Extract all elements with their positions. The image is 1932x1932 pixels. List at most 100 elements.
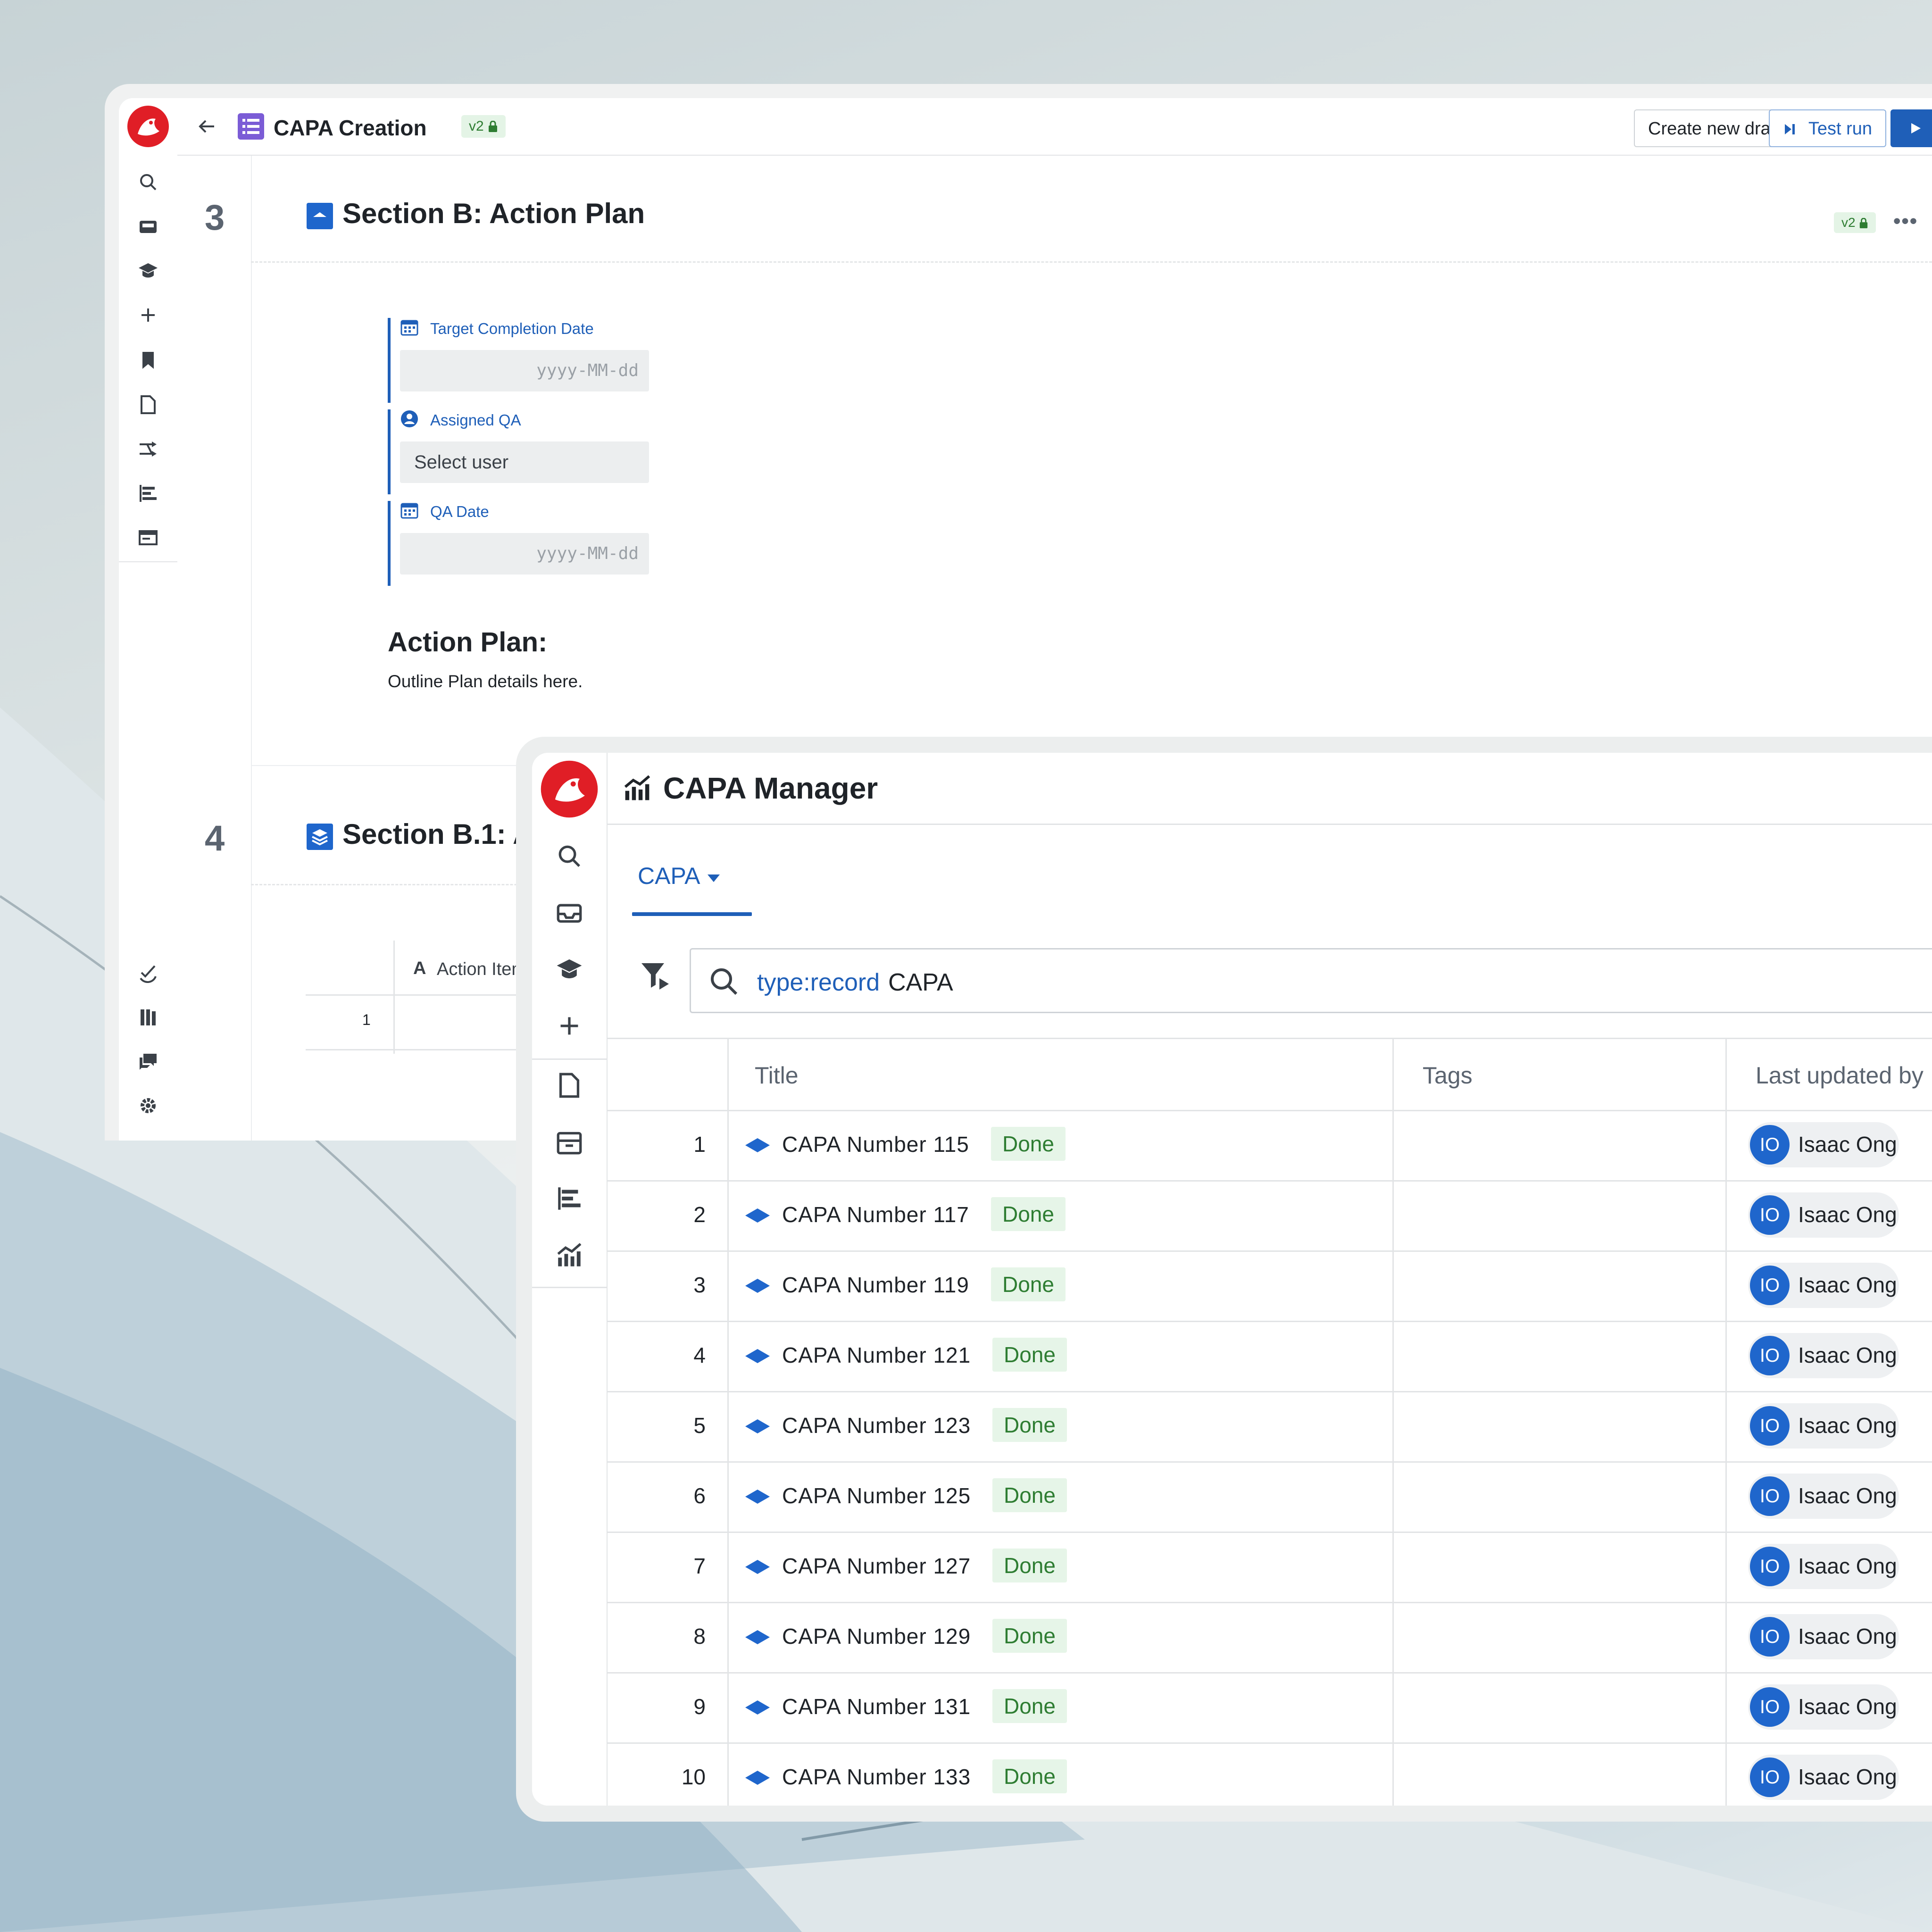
- learning-icon[interactable]: [556, 956, 583, 983]
- user-name: Isaac Ong: [1798, 1624, 1897, 1649]
- field-marker: [388, 409, 391, 494]
- record-type-icon: [745, 1630, 770, 1644]
- record-type-icon: [745, 1138, 770, 1152]
- status-badge: Done: [992, 1759, 1067, 1793]
- table-row[interactable]: 10 CAPA Number 133 Done IO Isaac Ong: [607, 1742, 1932, 1806]
- row-number: 3: [693, 1273, 706, 1297]
- search-input[interactable]: type:record CAPA: [690, 948, 1932, 1013]
- table-row[interactable]: 6 CAPA Number 125 Done IO Isaac Ong: [607, 1461, 1932, 1533]
- qa-date-input[interactable]: yyyy-MM-dd: [400, 533, 649, 575]
- plus-icon[interactable]: [138, 305, 158, 325]
- field-marker: [388, 501, 391, 586]
- chat-icon[interactable]: [138, 1051, 158, 1072]
- document-icon[interactable]: [556, 1072, 583, 1099]
- field-label: Assigned QA: [430, 411, 521, 429]
- status-badge: Done: [992, 1689, 1067, 1723]
- bookmark-icon[interactable]: [138, 350, 158, 371]
- action-plan-text: Outline Plan details here.: [388, 672, 583, 691]
- task-check-icon[interactable]: [138, 962, 158, 983]
- record-title[interactable]: CAPA Number 117: [782, 1202, 969, 1227]
- table-row[interactable]: 2 CAPA Number 117 Done IO Isaac Ong: [607, 1180, 1932, 1252]
- app-logo-icon[interactable]: [540, 759, 599, 819]
- publish-button[interactable]: [1890, 109, 1932, 147]
- analytics-icon[interactable]: [556, 1241, 583, 1269]
- section-number: 3: [205, 198, 225, 238]
- tab-underline: [632, 912, 752, 916]
- test-run-button[interactable]: Test run: [1769, 109, 1887, 147]
- field-marker: [388, 318, 391, 403]
- avatar: IO: [1750, 1406, 1790, 1446]
- report-icon[interactable]: [556, 1185, 583, 1212]
- record-title[interactable]: CAPA Number 133: [782, 1764, 971, 1790]
- column-header[interactable]: Action Item: [437, 959, 526, 980]
- user-name: Isaac Ong: [1798, 1343, 1897, 1367]
- record-type-icon: [745, 1349, 770, 1363]
- search-term: CAPA: [888, 969, 953, 996]
- avatar: IO: [1750, 1757, 1790, 1797]
- table-row[interactable]: 7 CAPA Number 127 Done IO Isaac Ong: [607, 1532, 1932, 1603]
- lock-icon: [489, 120, 498, 132]
- record-title[interactable]: CAPA Number 125: [782, 1483, 971, 1508]
- report-icon[interactable]: [138, 483, 158, 504]
- record-title[interactable]: CAPA Number 121: [782, 1342, 971, 1368]
- record-type-icon: [745, 1560, 770, 1574]
- table-row[interactable]: 9 CAPA Number 131 Done IO Isaac Ong: [607, 1672, 1932, 1744]
- target-completion-date-input[interactable]: yyyy-MM-dd: [400, 350, 649, 391]
- status-badge: Done: [991, 1267, 1066, 1301]
- record-title[interactable]: CAPA Number 123: [782, 1413, 971, 1438]
- more-options-icon[interactable]: •••: [1893, 209, 1918, 233]
- record-title[interactable]: CAPA Number 129: [782, 1624, 971, 1649]
- filter-icon[interactable]: [639, 959, 672, 992]
- inbox-icon[interactable]: [556, 899, 583, 926]
- library-icon[interactable]: [138, 1007, 158, 1027]
- lock-icon: [1860, 217, 1868, 228]
- learning-icon[interactable]: [138, 260, 158, 281]
- search-icon[interactable]: [138, 172, 158, 192]
- table-divider: [393, 941, 395, 1054]
- section-gutter: 3 4: [177, 156, 252, 1141]
- plus-icon[interactable]: [556, 1012, 583, 1040]
- workflow-icon[interactable]: [138, 439, 158, 459]
- search-keyword: type:record: [757, 969, 880, 996]
- archive-icon[interactable]: [556, 1128, 583, 1156]
- field-label: QA Date: [430, 503, 489, 520]
- inbox-icon[interactable]: [138, 216, 158, 237]
- table-header: Title Tags Last updated by: [607, 1038, 1932, 1111]
- record-title[interactable]: CAPA Number 131: [782, 1694, 971, 1719]
- table-row[interactable]: 3 CAPA Number 119 Done IO Isaac Ong: [607, 1250, 1932, 1322]
- table-row[interactable]: 4 CAPA Number 121 Done IO Isaac Ong: [607, 1321, 1932, 1392]
- document-icon[interactable]: [138, 394, 158, 415]
- sidebar-separator: [532, 1287, 607, 1288]
- record-title[interactable]: CAPA Number 119: [782, 1272, 969, 1298]
- assigned-qa-select[interactable]: Select user: [400, 441, 649, 483]
- section-number: 4: [205, 818, 225, 858]
- column-tags[interactable]: Tags: [1423, 1062, 1473, 1089]
- sidebar: [532, 753, 608, 1806]
- row-number: 5: [693, 1413, 706, 1438]
- record-title[interactable]: CAPA Number 127: [782, 1553, 971, 1579]
- search-icon[interactable]: [556, 842, 583, 870]
- analytics-icon: [624, 775, 650, 800]
- avatar: IO: [1750, 1547, 1790, 1586]
- calendar-icon: [400, 320, 418, 336]
- back-arrow-icon[interactable]: [196, 116, 217, 137]
- form-icon[interactable]: [138, 527, 158, 548]
- chevron-down-icon[interactable]: [707, 874, 721, 883]
- column-last-updated-by[interactable]: Last updated by: [1756, 1062, 1924, 1089]
- table-row[interactable]: 8 CAPA Number 129 Done IO Isaac Ong: [607, 1602, 1932, 1674]
- column-title[interactable]: Title: [755, 1062, 799, 1089]
- section-divider: [251, 261, 1932, 263]
- test-run-label: Test run: [1808, 119, 1873, 139]
- avatar: IO: [1750, 1266, 1790, 1305]
- row-number: 1: [693, 1132, 706, 1157]
- user-name: Isaac Ong: [1798, 1554, 1897, 1578]
- table-row[interactable]: 1 CAPA Number 115 Done IO Isaac Ong: [607, 1110, 1932, 1182]
- row-number: 6: [693, 1483, 706, 1508]
- table-row[interactable]: 5 CAPA Number 123 Done IO Isaac Ong: [607, 1391, 1932, 1463]
- app-logo-icon[interactable]: [126, 105, 170, 148]
- row-number: 8: [693, 1624, 706, 1649]
- record-title[interactable]: CAPA Number 115: [782, 1132, 969, 1157]
- gear-icon[interactable]: [138, 1095, 158, 1116]
- avatar: IO: [1750, 1687, 1790, 1727]
- sidebar: [119, 98, 178, 1141]
